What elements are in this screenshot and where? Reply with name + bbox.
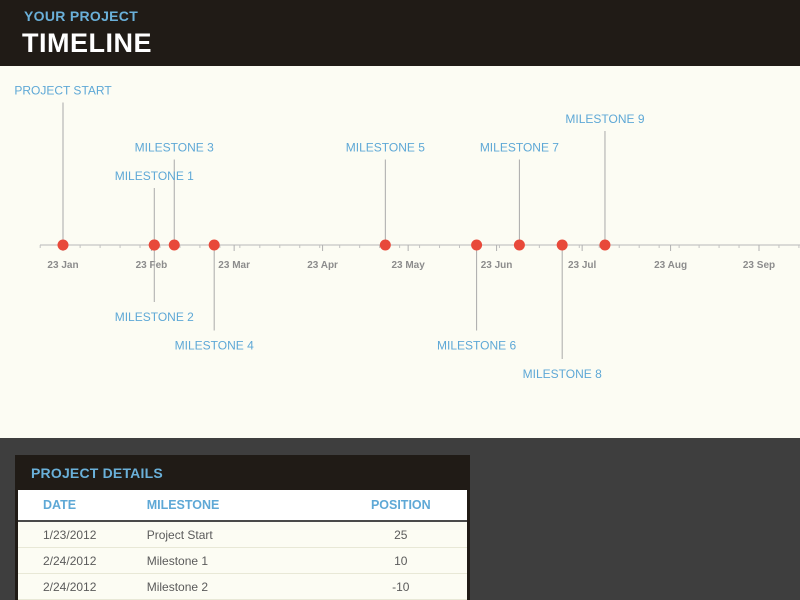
table-row[interactable]: 2/24/2012 Milestone 1 10 [18, 547, 467, 574]
axis-tick-label: 23 May [391, 260, 425, 271]
column-header-date[interactable]: DATE [18, 490, 147, 522]
table-row[interactable]: 1/23/2012 Project Start 25 [18, 521, 467, 548]
header-kicker: YOUR PROJECT [24, 8, 139, 24]
milestone-marker [513, 239, 525, 251]
cell-date[interactable]: 1/23/2012 [18, 521, 147, 548]
timeline-chart-area[interactable]: 23 Jan 23 Feb 23 Mar 23 Apr 23 May 23 Jun 23 J… [0, 66, 800, 438]
milestone-marker [556, 239, 568, 251]
timeline-chart: 23 Jan 23 Feb 23 Mar 23 Apr 23 May 23 Jun 23 J… [14, 84, 800, 381]
axis-tick-label: 23 Feb [136, 260, 168, 271]
cell-position[interactable]: 25 [334, 521, 467, 548]
axis-tick-label: 23 Jun [481, 260, 513, 271]
cell-date[interactable]: 2/24/2012 [18, 573, 147, 600]
table-row[interactable]: 2/24/2012 Milestone 2 -10 [18, 573, 467, 600]
axis-tick-label: 23 Jul [568, 260, 597, 271]
axis-tick-label: 23 Apr [307, 260, 338, 271]
cell-milestone[interactable]: Project Start [146, 521, 335, 548]
header-banner: YOUR PROJECT TIMELINE [0, 0, 800, 66]
page-title: TIMELINE [22, 28, 152, 58]
milestone-marker [168, 239, 180, 251]
milestone-marker [148, 239, 160, 251]
cell-position[interactable]: 10 [334, 547, 467, 574]
axis-tick-label: 23 Mar [218, 260, 250, 271]
axis-tick-label: 23 Aug [654, 260, 687, 271]
project-details-panel: PROJECT DETAILS DATE MILESTONE POSITION … [15, 455, 470, 600]
cell-milestone[interactable]: Milestone 2 [146, 573, 335, 600]
cell-milestone[interactable]: Milestone 1 [146, 547, 335, 574]
milestone-marker [57, 239, 69, 251]
milestone-label: MILESTONE 1 [115, 169, 194, 183]
milestone-label: MILESTONE 2 [115, 310, 194, 324]
table-header-row: DATE MILESTONE POSITION [18, 490, 467, 522]
milestone-marker [379, 239, 391, 251]
column-header-milestone[interactable]: MILESTONE [146, 490, 335, 522]
milestone-label: MILESTONE 6 [437, 339, 516, 353]
milestone-marker [471, 239, 483, 251]
cell-position[interactable]: -10 [334, 573, 467, 600]
project-details-table: DATE MILESTONE POSITION 1/23/2012 Projec… [18, 490, 467, 600]
axis-tick-label: 23 Sep [743, 260, 775, 271]
milestone-label: MILESTONE 8 [523, 367, 602, 381]
milestone-label: PROJECT START [14, 84, 112, 98]
milestone-label: MILESTONE 4 [175, 339, 254, 353]
milestone-label: MILESTONE 3 [135, 141, 214, 155]
axis-tick-label: 23 Jan [47, 260, 78, 271]
milestone-label: MILESTONE 5 [346, 141, 425, 155]
milestone-marker [599, 239, 611, 251]
milestone-marker [208, 239, 220, 251]
column-header-position[interactable]: POSITION [334, 490, 467, 522]
cell-date[interactable]: 2/24/2012 [18, 547, 147, 574]
project-details-title: PROJECT DETAILS [31, 465, 163, 481]
milestone-label: MILESTONE 7 [480, 141, 559, 155]
milestone-label: MILESTONE 9 [565, 112, 644, 126]
